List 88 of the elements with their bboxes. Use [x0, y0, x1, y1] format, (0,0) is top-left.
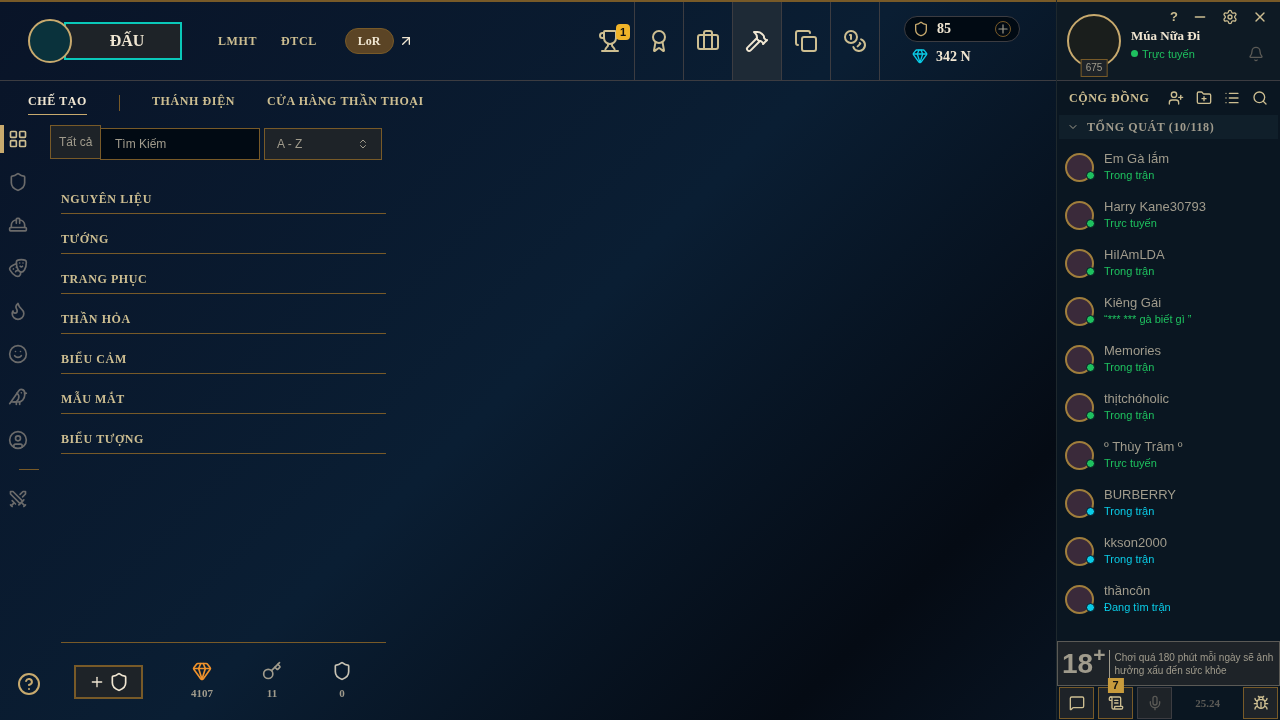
friend-item[interactable]: BURBERRY Trong trận: [1057, 479, 1280, 527]
nav-tab[interactable]: [733, 2, 782, 80]
friend-group-header[interactable]: TỔNG QUÁT (10/118): [1059, 115, 1278, 139]
friend-item[interactable]: Memories Trong trận: [1057, 335, 1280, 383]
skin-icon: [8, 258, 28, 278]
friend-status: Trong trận: [1104, 360, 1156, 375]
game-link[interactable]: LMHT: [218, 32, 258, 50]
bag-icon: [696, 29, 720, 53]
warning-text: Chơi quá 180 phút mỗi ngày sẽ ảnh hưởng xấu đến sức khỏe: [1114, 650, 1275, 677]
friend-item[interactable]: thầncôn Đang tìm trận: [1057, 575, 1280, 623]
friend-name: HiIAmLDA: [1104, 247, 1165, 263]
notification-icon[interactable]: [1248, 46, 1264, 62]
friend-status: “*** *** gà biết gì ”: [1104, 312, 1192, 327]
friend-name: Kiêng Gái: [1104, 295, 1163, 311]
play-button[interactable]: ĐẤU: [64, 22, 182, 60]
sort-dropdown[interactable]: A - Z: [264, 128, 382, 160]
tooltip: Tất cả: [50, 125, 102, 159]
category-header[interactable]: THẦN HỎA: [61, 294, 386, 334]
friend-item[interactable]: Harry Kane30793 Trực tuyến: [1057, 191, 1280, 239]
friend-name: º Thùy Trâm º: [1104, 439, 1183, 455]
friend-name: Em Gà lắm: [1104, 151, 1169, 167]
friend-status: Trong trận: [1104, 408, 1156, 423]
friend-name: Harry Kane30793: [1104, 199, 1206, 215]
list-icon[interactable]: [1224, 90, 1240, 106]
social-title: CỘNG ĐỒNG: [1069, 89, 1150, 107]
missions-button[interactable]: [1098, 687, 1133, 719]
chat-button[interactable]: [1059, 687, 1094, 719]
bug-report-button[interactable]: [1243, 687, 1278, 719]
lor-button[interactable]: LoR: [344, 28, 394, 54]
friend-item[interactable]: thịtchóholic Trong trận: [1057, 383, 1280, 431]
age-rating: 18$^{+}$: [1062, 649, 1111, 678]
add-chest-button[interactable]: [74, 664, 143, 699]
category-header[interactable]: TƯỚNG: [61, 214, 386, 254]
friend-status: Trong trận: [1104, 264, 1156, 279]
essence-icon: [192, 661, 212, 682]
all-icon: [8, 129, 28, 149]
friend-status: Trong trận: [1104, 504, 1156, 519]
bug-icon: [1252, 695, 1269, 711]
friend-name: Memories: [1104, 343, 1162, 359]
friend-item[interactable]: Em Gà lắm Trong trận: [1057, 143, 1280, 191]
counter-value: 11: [266, 686, 278, 702]
category-header[interactable]: BIỂU CẢM: [61, 334, 386, 374]
friend-item[interactable]: kkson2000 Trong trận: [1057, 527, 1280, 575]
friend-name: kkson2000: [1104, 535, 1167, 551]
friend-name: BURBERRY: [1104, 487, 1176, 503]
section-tab[interactable]: CHẾ TẠO: [28, 91, 87, 115]
nav-tab[interactable]: 1: [586, 2, 635, 80]
search-icon[interactable]: [1252, 90, 1268, 106]
chat-icon: [1068, 695, 1085, 711]
friend-status: Đang tìm trận: [1104, 600, 1171, 615]
friend-status: Trong trận: [1104, 552, 1156, 567]
champion-icon: [8, 215, 28, 235]
scroll-icon: [1107, 695, 1124, 711]
friend-name: thịtchóholic: [1104, 391, 1170, 407]
emote-icon: [8, 344, 28, 364]
friend-item[interactable]: Kiêng Gái “*** *** gà biết gì ”: [1057, 287, 1280, 335]
settings-icon[interactable]: [1222, 8, 1238, 25]
version-label: 25.24: [1194, 695, 1221, 711]
friend-item[interactable]: HiIAmLDA Trong trận: [1057, 239, 1280, 287]
category-header[interactable]: BIỂU TƯỢNG: [61, 414, 386, 454]
friend-status: Trực tuyến: [1104, 456, 1158, 471]
online-status: Trực tuyến: [1142, 46, 1195, 62]
category-header[interactable]: MẪU MẮT: [61, 374, 386, 414]
help-button[interactable]: ?: [1170, 7, 1178, 27]
key-icon: [262, 661, 282, 682]
counter-value: 4107: [191, 686, 213, 702]
summoner-name: Múa Nữa Đi: [1131, 27, 1201, 45]
missions-badge: 7: [1107, 678, 1124, 693]
search-field[interactable]: Tìm Kiếm: [100, 128, 260, 160]
essence-icon: [912, 48, 928, 64]
level-badge: 675: [1080, 59, 1108, 77]
counter-value: 0: [339, 686, 345, 702]
sort-arrows-icon: [357, 138, 369, 150]
friend-status: Trực tuyến: [1104, 216, 1158, 231]
essence-amount: 342 N: [936, 47, 971, 66]
notification-badge: 1: [615, 24, 630, 40]
friend-item[interactable]: º Thùy Trâm º Trực tuyến: [1057, 431, 1280, 479]
add-folder-icon[interactable]: [1196, 90, 1212, 106]
category-header[interactable]: TRANG PHỤC: [61, 254, 386, 294]
friend-name: thầncôn: [1104, 583, 1152, 599]
section-tab[interactable]: THÁNH ĐIỆN: [152, 92, 235, 114]
category-header[interactable]: NGUYÊN LIỆU: [61, 174, 386, 214]
game-link[interactable]: ĐTCL: [281, 32, 317, 50]
section-tab[interactable]: CỬA HÀNG THẦN THOẠI: [267, 92, 424, 114]
rp-amount: 85: [937, 20, 951, 38]
help-icon[interactable]: [17, 672, 41, 696]
add-friend-icon[interactable]: [1168, 90, 1184, 106]
friend-status: Trong trận: [1104, 168, 1156, 183]
